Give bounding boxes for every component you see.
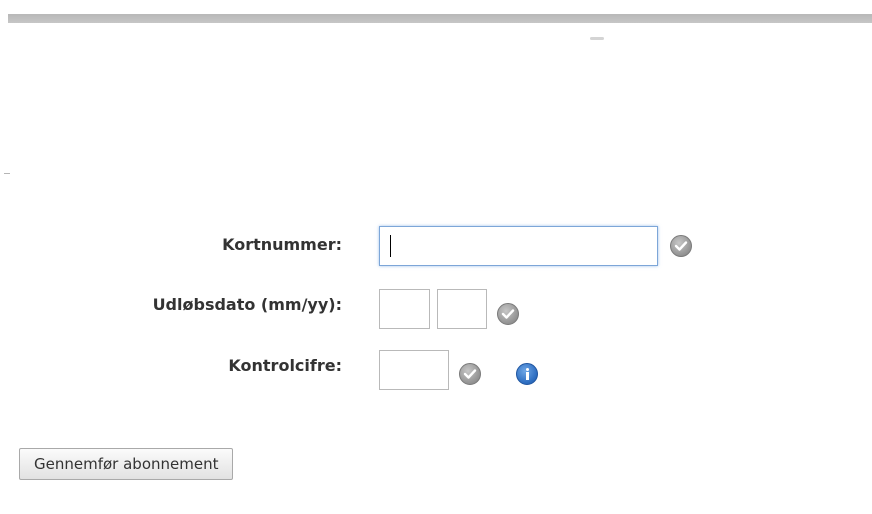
decorative-dash <box>4 173 10 174</box>
cvc-label: Kontrolcifre: <box>228 356 342 375</box>
top-divider <box>8 14 872 23</box>
expiry-year-input[interactable] <box>437 289 487 329</box>
check-circle-icon <box>459 363 481 385</box>
cvc-input[interactable] <box>379 350 449 390</box>
expiry-month-input[interactable] <box>379 289 430 329</box>
expiry-label: Udløbsdato (mm/yy): <box>152 295 342 314</box>
info-icon[interactable] <box>516 363 538 385</box>
info-icon-stem <box>526 372 529 380</box>
info-icon-dot <box>526 368 529 371</box>
card-number-input[interactable] <box>379 226 658 266</box>
check-circle-icon <box>670 235 692 257</box>
submit-subscription-button[interactable]: Gennemfør abonnement <box>19 448 234 480</box>
card-number-label: Kortnummer: <box>222 235 342 254</box>
text-caret <box>390 235 391 257</box>
decorative-mark <box>590 37 604 40</box>
check-circle-icon <box>497 303 519 325</box>
